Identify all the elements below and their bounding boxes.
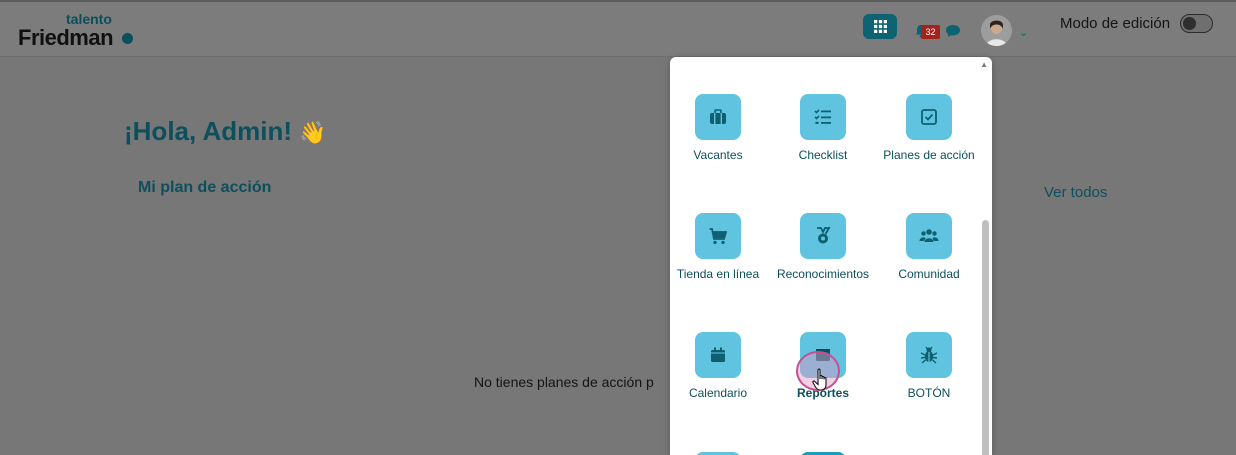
app-tile-planes-de-accion[interactable]: Planes de acción	[881, 94, 977, 164]
apps-menu-button[interactable]	[863, 14, 897, 39]
briefcase-icon	[695, 94, 741, 140]
action-plan-title: Mi plan de acción	[138, 179, 272, 196]
checklist-icon	[800, 94, 846, 140]
app-tile-comunidad[interactable]: Comunidad	[881, 213, 977, 283]
tile-label: Calendario	[688, 386, 748, 400]
tile-label: Comunidad	[898, 267, 960, 281]
app-tile-calendario[interactable]: Calendario	[670, 332, 766, 402]
checkbox-icon	[906, 94, 952, 140]
bug-icon	[906, 332, 952, 378]
see-all-link[interactable]: Ver todos	[1044, 184, 1107, 201]
edit-mode-label: Modo de edición	[1060, 15, 1171, 32]
app-tile-boton[interactable]: BOTÓN	[881, 332, 977, 402]
tile-label: BOTÓN	[907, 386, 951, 400]
grid-icon	[873, 20, 887, 33]
user-avatar[interactable]	[981, 15, 1012, 46]
empty-state-message: No tienes planes de acción p	[474, 374, 654, 390]
top-border	[0, 0, 1236, 2]
hand-cursor-icon	[812, 368, 827, 391]
medal-icon	[800, 213, 846, 259]
users-icon	[906, 213, 952, 259]
top-bar: talento Friedman 32 ⌄ Modo de edición	[0, 0, 1236, 57]
tile-label: Checklist	[798, 148, 848, 162]
edit-mode-toggle[interactable]	[1180, 14, 1213, 33]
app-tile-vacantes[interactable]: Vacantes	[670, 94, 766, 164]
scroll-up-arrow[interactable]: ▲	[980, 60, 988, 69]
greeting-text: ¡Hola, Admin!	[124, 116, 293, 146]
chat-icon[interactable]	[945, 24, 961, 38]
logo-main-text: Friedman	[18, 25, 114, 50]
tile-label: Planes de acción	[883, 148, 975, 162]
app-tile-reconocimientos[interactable]: Reconocimientos	[775, 213, 871, 283]
avatar-image	[981, 15, 1012, 46]
toggle-knob	[1183, 17, 1196, 30]
app-tile-checklist[interactable]: Checklist	[775, 94, 871, 164]
greeting-heading: ¡Hola, Admin! 👋	[124, 116, 327, 147]
logo-dot	[122, 33, 133, 44]
tile-label: Reconocimientos	[776, 267, 870, 281]
cart-icon	[695, 213, 741, 259]
notification-badge: 32	[921, 25, 940, 39]
chevron-down-icon[interactable]: ⌄	[1019, 26, 1028, 39]
tile-label: Vacantes	[693, 148, 743, 162]
apps-dropdown-panel: ▲ Vacantes Checklist Planes de acción Ti…	[670, 57, 992, 455]
waving-hand-icon: 👋	[299, 120, 327, 145]
app-tile-tienda-en-linea[interactable]: Tienda en línea	[670, 213, 766, 283]
calendar-icon	[695, 332, 741, 378]
tile-label: Tienda en línea	[676, 267, 760, 281]
scrollbar-thumb[interactable]	[982, 220, 989, 455]
